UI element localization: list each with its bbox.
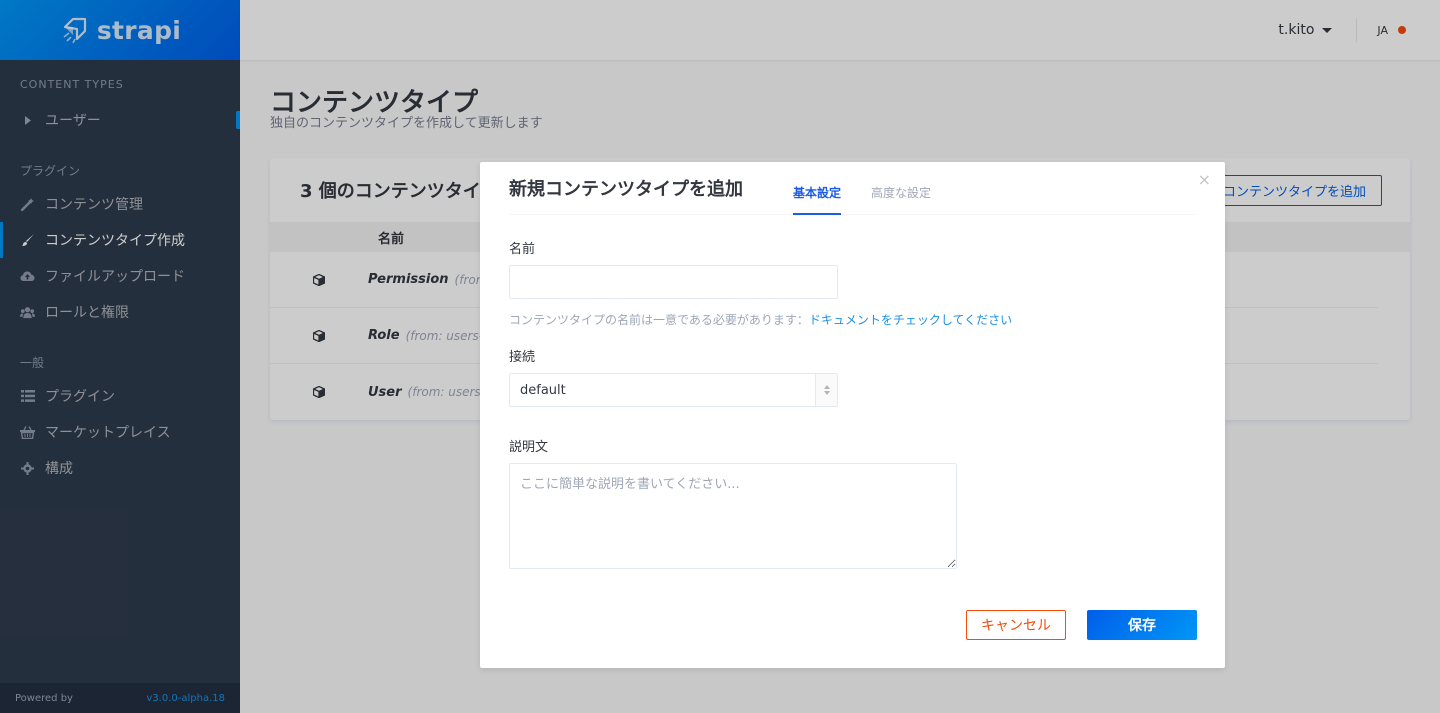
modal-header: 新規コンテンツタイプを追加 基本設定 高度な設定 bbox=[509, 162, 1197, 215]
save-button[interactable]: 保存 bbox=[1087, 610, 1197, 640]
help-text: コンテンツタイプの名前は一意である必要があります： bbox=[509, 313, 809, 327]
description-label: 説明文 bbox=[509, 440, 549, 455]
connection-label: 接続 bbox=[509, 350, 536, 365]
connection-select[interactable]: default bbox=[509, 373, 838, 407]
connection-value: default bbox=[520, 382, 566, 398]
modal-title: 新規コンテンツタイプを追加 bbox=[509, 179, 743, 200]
add-content-type-modal: × 新規コンテンツタイプを追加 基本設定 高度な設定 名前 コンテンツタイプの名… bbox=[480, 162, 1225, 668]
description-textarea[interactable] bbox=[509, 463, 957, 569]
name-label: 名前 bbox=[509, 242, 536, 257]
docs-link[interactable]: ドキュメントをチェックしてください bbox=[809, 313, 1012, 327]
close-icon[interactable]: × bbox=[1198, 170, 1211, 189]
name-help-text: コンテンツタイプの名前は一意である必要があります：ドキュメントをチェックしてくだ… bbox=[509, 311, 1012, 328]
tab-advanced-settings[interactable]: 高度な設定 bbox=[871, 184, 931, 214]
cancel-button[interactable]: キャンセル bbox=[966, 610, 1066, 640]
tab-basic-settings[interactable]: 基本設定 bbox=[793, 184, 842, 215]
select-arrows-icon bbox=[815, 374, 837, 406]
name-input[interactable] bbox=[509, 265, 838, 299]
